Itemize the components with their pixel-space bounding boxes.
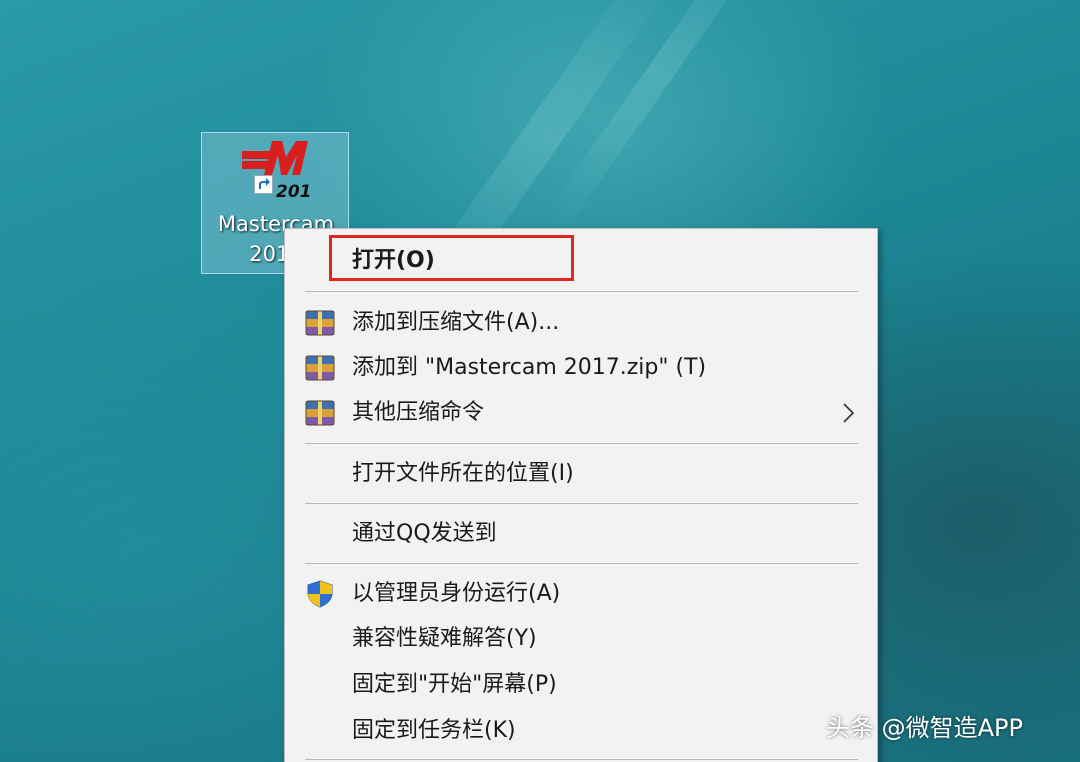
winrar-archive-icon <box>305 400 335 426</box>
svg-text:2017: 2017 <box>276 182 312 202</box>
menu-separator <box>305 503 858 504</box>
mastercam-app-icon: 2017 <box>242 141 312 202</box>
menu-item-other-compression[interactable]: 其他压缩命令 <box>285 391 877 435</box>
winrar-archive-icon <box>305 355 335 381</box>
menu-item-troubleshoot-compatibility[interactable]: 兼容性疑难解答(Y) <box>285 617 877 661</box>
menu-item-label: 固定到"开始"屏幕(P) <box>352 672 557 697</box>
menu-separator <box>305 291 858 292</box>
shortcut-arrow-icon <box>254 175 273 194</box>
menu-item-label: 兼容性疑难解答(Y) <box>352 626 537 651</box>
watermark: 头条 @微智造APP <box>826 714 1023 742</box>
menu-item-label: 以管理员身份运行(A) <box>352 581 561 606</box>
background-light-streak <box>540 0 780 237</box>
menu-item-label: 固定到任务栏(K) <box>352 718 516 743</box>
menu-item-open-file-location[interactable]: 打开文件所在的位置(I) <box>285 452 877 496</box>
menu-item-label: 打开(O) <box>352 248 435 273</box>
menu-separator <box>305 563 858 564</box>
menu-item-add-to-archive[interactable]: 添加到压缩文件(A)... <box>285 301 877 345</box>
menu-item-pin-to-taskbar[interactable]: 固定到任务栏(K) <box>285 709 877 753</box>
menu-item-label: 其他压缩命令 <box>352 400 485 425</box>
menu-item-label: 打开文件所在的位置(I) <box>352 461 574 486</box>
menu-item-send-via-qq[interactable]: 通过QQ发送到 <box>285 512 877 556</box>
menu-separator <box>305 443 858 444</box>
menu-item-label: 添加到压缩文件(A)... <box>352 310 560 335</box>
winrar-archive-icon <box>305 310 335 336</box>
menu-separator <box>305 759 858 760</box>
uac-shield-icon <box>307 580 333 608</box>
menu-item-add-to-zip[interactable]: 添加到 "Mastercam 2017.zip" (T) <box>285 346 877 390</box>
chevron-right-icon <box>843 403 855 423</box>
menu-item-open[interactable]: 打开(O) <box>285 239 877 283</box>
menu-item-pin-to-start[interactable]: 固定到"开始"屏幕(P) <box>285 663 877 707</box>
context-menu: 打开(O) 添加到压缩文件(A)... 添加到 "Mastercam 2017.… <box>284 228 878 762</box>
menu-item-label: 通过QQ发送到 <box>352 521 497 546</box>
menu-item-run-as-admin[interactable]: 以管理员身份运行(A) <box>285 572 877 616</box>
menu-item-label: 添加到 "Mastercam 2017.zip" (T) <box>352 355 707 380</box>
